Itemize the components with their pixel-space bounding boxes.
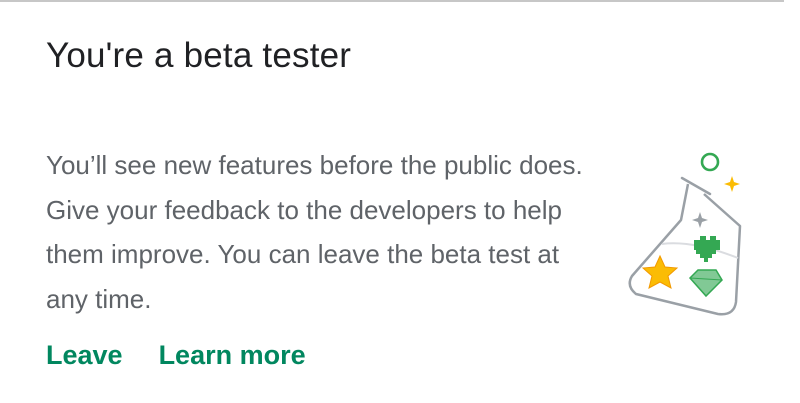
bubble-icon — [700, 152, 720, 172]
flask-body — [628, 183, 742, 316]
card-title: You're a beta tester — [46, 36, 352, 75]
beta-flask-icon — [628, 152, 742, 316]
card-description: You’ll see new features before the publi… — [46, 150, 583, 314]
card-actions: Leave Learn more — [46, 340, 306, 371]
leave-button[interactable]: Leave — [46, 340, 123, 371]
learn-more-button[interactable]: Learn more — [159, 340, 306, 371]
sparkle-icon — [724, 176, 740, 192]
top-divider — [0, 0, 784, 2]
